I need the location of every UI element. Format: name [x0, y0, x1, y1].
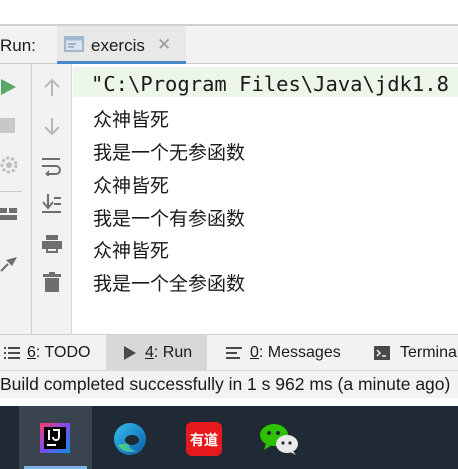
tab-label: exercis [91, 36, 145, 55]
play-icon [124, 346, 136, 365]
stop-icon[interactable] [0, 118, 16, 134]
messages-icon [226, 346, 242, 365]
arrow-down-icon[interactable] [43, 116, 61, 136]
tab-messages[interactable]: 0: Messages [217, 335, 357, 371]
tab-todo-mnemonic: 6 [27, 344, 36, 361]
tab-run-label: : Run [153, 344, 193, 361]
microsoft-edge-icon[interactable] [112, 421, 148, 462]
top-margin [0, 0, 458, 24]
tab-run[interactable]: 4: Run [106, 335, 207, 371]
pin-icon[interactable] [0, 252, 20, 272]
console-line: 我是一个全参函数 [93, 273, 246, 295]
run-toolbar-secondary [32, 64, 72, 334]
console-tab-icon [64, 36, 84, 52]
tab-messages-label: : Messages [258, 344, 341, 361]
tool-window-tabs: 6: TODO 4: Run 0: Messages Terminal [0, 334, 458, 371]
run-tab-exercis[interactable]: exercis ✕ [57, 26, 186, 64]
command-line: "C:\Program Files\Java\jdk1.8 [73, 67, 458, 97]
youdao-dictionary-icon[interactable]: 有道 [186, 422, 222, 461]
tab-messages-mnemonic: 0 [250, 344, 259, 361]
layout-icon[interactable] [0, 205, 20, 223]
run-label: Run: [0, 36, 36, 55]
console-output[interactable]: "C:\Program Files\Java\jdk1.8 众神皆死 我是一个无… [73, 64, 458, 334]
tab-terminal-label: Terminal [400, 344, 458, 361]
build-status-text: Build completed successfully in 1 s 962 … [0, 374, 451, 394]
scroll-to-end-icon[interactable] [41, 193, 63, 215]
close-icon[interactable]: ✕ [157, 35, 171, 55]
console-line: 众神皆死 [93, 240, 170, 262]
intellij-idea-icon[interactable] [40, 423, 70, 458]
run-toolbar-primary [0, 64, 31, 334]
toolbar-divider [0, 191, 22, 192]
rerun-icon[interactable] [0, 77, 18, 97]
console-line: 我是一个无参函数 [93, 142, 246, 164]
tab-todo-label: : TODO [35, 344, 91, 361]
window-gap [0, 398, 458, 406]
arrow-up-icon[interactable] [43, 78, 61, 98]
run-tool-header: Run: exercis ✕ [0, 26, 458, 64]
youdao-label: 有道 [190, 433, 218, 449]
trash-icon[interactable] [43, 272, 61, 292]
console-line: 我是一个有参函数 [93, 208, 246, 230]
soft-wrap-icon[interactable] [41, 156, 63, 176]
windows-taskbar: 有道 [0, 406, 458, 469]
tab-terminal[interactable]: Terminal [365, 335, 458, 371]
console-line: 众神皆死 [93, 175, 170, 197]
print-icon[interactable] [41, 234, 63, 254]
terminal-icon [374, 346, 390, 365]
tab-todo[interactable]: 6: TODO [0, 335, 100, 371]
status-bar: Build completed successfully in 1 s 962 … [0, 370, 458, 398]
console-line: 众神皆死 [93, 109, 170, 131]
wechat-icon[interactable] [258, 420, 300, 461]
restore-layout-icon[interactable] [0, 154, 20, 176]
tab-run-mnemonic: 4 [145, 344, 154, 361]
command-text: "C:\Program Files\Java\jdk1.8 [91, 72, 449, 96]
list-icon [4, 346, 20, 365]
